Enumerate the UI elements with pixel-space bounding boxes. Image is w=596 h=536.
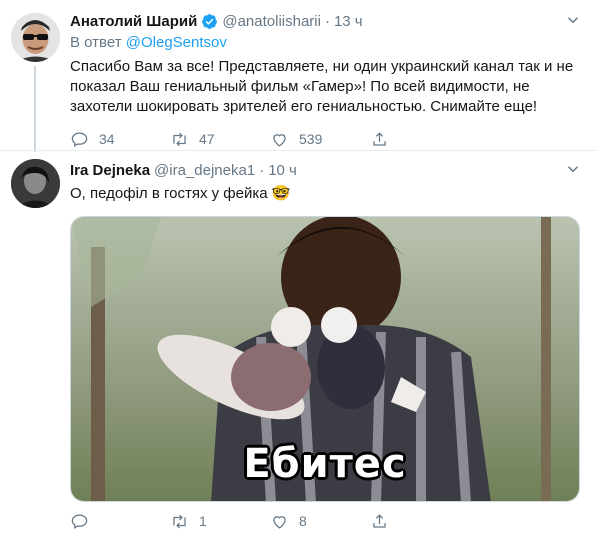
retweet-icon — [173, 514, 186, 528]
like-count: 8 — [299, 513, 307, 529]
separator-dot: · — [259, 161, 265, 179]
tweet-actions: 1 8 — [70, 511, 470, 531]
retweet-count: 1 — [199, 513, 207, 529]
tweet-text: Спасибо Вам за все! Представляете, ни од… — [70, 57, 582, 117]
heart-icon — [273, 133, 286, 147]
share-icon — [373, 131, 386, 146]
reply-button[interactable] — [70, 512, 170, 531]
tweet-image[interactable]: Ебитес — [70, 216, 580, 502]
author-name[interactable]: Ira Dejneka — [70, 162, 150, 179]
share-button[interactable] — [370, 130, 470, 149]
reply-mention-link[interactable]: @OlegSentsov — [126, 34, 227, 51]
reply-to-line: В ответ @OlegSentsov — [70, 34, 582, 51]
tweet-text: О, педофіл в гостях у фейка 🤓 — [70, 185, 291, 202]
chevron-down-icon[interactable] — [564, 11, 582, 29]
share-icon — [373, 513, 386, 528]
author-name[interactable]: Анатолий Шарий — [70, 13, 197, 30]
like-button[interactable]: 8 — [270, 512, 370, 531]
tweet-text-line: захотели шокировать зрителей его гениаль… — [70, 98, 538, 115]
author-handle[interactable]: @ira_dejneka1 — [154, 162, 255, 179]
tweet-anatolii[interactable]: Анатолий Шарий @anatoliisharii · 13 ч В … — [0, 0, 596, 152]
image-caption: Ебитес — [243, 441, 407, 487]
tweet-text-line: показал Ваш гениальный фильм «Гамер»! По… — [70, 78, 530, 95]
reply-button[interactable]: 34 — [70, 130, 170, 149]
retweet-button[interactable]: 47 — [170, 130, 270, 149]
author-handle[interactable]: @anatoliisharii — [222, 13, 321, 30]
verified-badge-icon — [201, 13, 218, 30]
chevron-down-icon[interactable] — [564, 160, 582, 178]
thread-line — [34, 66, 36, 152]
reply-icon — [71, 514, 88, 529]
separator-dot: · — [324, 12, 330, 30]
timestamp[interactable]: 13 ч — [334, 13, 363, 30]
tweet-header: Ira Dejneka @ira_dejneka1 · 10 ч — [70, 160, 582, 180]
tweet-text-line: Спасибо Вам за все! Представляете, ни од… — [70, 58, 574, 75]
retweet-icon — [173, 132, 186, 146]
avatar[interactable] — [11, 159, 60, 208]
tweet-actions: 34 47 539 — [70, 129, 582, 149]
retweet-button[interactable]: 1 — [170, 512, 270, 531]
reply-icon — [71, 132, 88, 147]
heart-icon — [273, 515, 286, 529]
tweet-ira[interactable]: Ira Dejneka @ira_dejneka1 · 10 ч О, педо… — [0, 150, 596, 536]
retweet-count: 47 — [199, 131, 215, 147]
reply-count: 34 — [99, 131, 115, 147]
like-count: 539 — [299, 131, 323, 147]
timestamp[interactable]: 10 ч — [268, 162, 297, 179]
share-button[interactable] — [370, 512, 470, 531]
tweet-header: Анатолий Шарий @anatoliisharii · 13 ч — [70, 11, 582, 31]
reply-prefix: В ответ — [70, 34, 122, 51]
like-button[interactable]: 539 — [270, 130, 370, 149]
avatar[interactable] — [11, 13, 60, 62]
